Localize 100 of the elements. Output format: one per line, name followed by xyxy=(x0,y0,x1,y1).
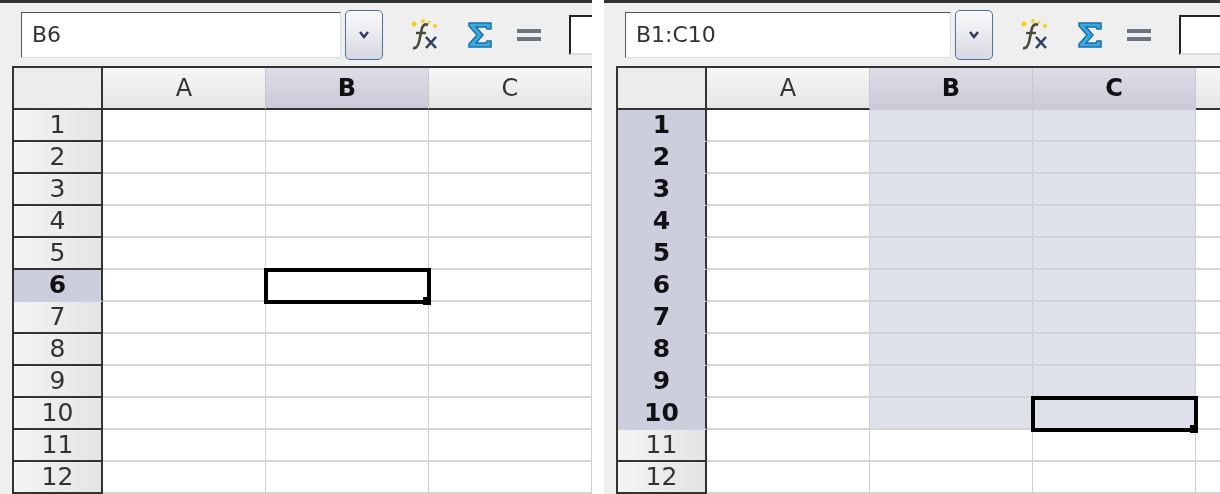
row-header[interactable]: 12 xyxy=(14,462,103,494)
table-cell[interactable] xyxy=(1033,142,1196,174)
equals-icon[interactable] xyxy=(517,27,541,42)
column-header[interactable]: C xyxy=(1033,68,1196,110)
table-cell[interactable] xyxy=(1033,366,1196,398)
table-cell[interactable] xyxy=(707,462,870,494)
table-cell[interactable] xyxy=(707,430,870,462)
row-header[interactable]: 2 xyxy=(618,142,707,174)
table-cell[interactable] xyxy=(103,302,266,334)
row-header[interactable]: 4 xyxy=(14,206,103,238)
fill-handle[interactable] xyxy=(423,297,431,305)
row-header[interactable]: 3 xyxy=(14,174,103,206)
table-cell[interactable] xyxy=(103,366,266,398)
table-cell[interactable] xyxy=(103,334,266,366)
table-cell[interactable] xyxy=(1033,270,1196,302)
table-cell[interactable] xyxy=(103,238,266,270)
row-header[interactable]: 7 xyxy=(14,302,103,334)
table-cell[interactable] xyxy=(1033,238,1196,270)
row-header[interactable]: 2 xyxy=(14,142,103,174)
table-cell[interactable] xyxy=(1033,462,1196,494)
table-cell[interactable] xyxy=(707,142,870,174)
row-header[interactable]: 12 xyxy=(618,462,707,494)
table-cell[interactable] xyxy=(429,398,592,430)
table-cell[interactable] xyxy=(1033,206,1196,238)
formula-input-field[interactable] xyxy=(1179,14,1220,55)
table-cell[interactable] xyxy=(266,206,429,238)
row-header[interactable]: 1 xyxy=(14,110,103,142)
table-cell[interactable] xyxy=(1033,430,1196,462)
table-cell[interactable] xyxy=(429,430,592,462)
table-cell[interactable] xyxy=(103,462,266,494)
table-cell[interactable] xyxy=(1033,174,1196,206)
table-cell[interactable] xyxy=(429,110,592,142)
column-header[interactable]: B xyxy=(870,68,1033,110)
row-header[interactable]: 3 xyxy=(618,174,707,206)
table-cell[interactable] xyxy=(870,174,1033,206)
table-cell[interactable] xyxy=(429,238,592,270)
name-box-field[interactable]: B6 xyxy=(21,11,341,58)
table-cell[interactable] xyxy=(266,142,429,174)
select-all-corner[interactable] xyxy=(14,68,103,110)
row-header[interactable]: 5 xyxy=(14,238,103,270)
row-header[interactable]: 9 xyxy=(14,366,103,398)
table-cell[interactable] xyxy=(266,430,429,462)
row-header[interactable]: 11 xyxy=(14,430,103,462)
table-cell[interactable] xyxy=(707,110,870,142)
row-header[interactable]: 5 xyxy=(618,238,707,270)
dropdown-button[interactable] xyxy=(345,9,383,60)
table-cell[interactable] xyxy=(870,270,1033,302)
dropdown-button[interactable] xyxy=(955,9,993,60)
sum-icon[interactable] xyxy=(465,19,495,50)
column-header[interactable]: A xyxy=(707,68,870,110)
name-box-field[interactable]: B1:C10 xyxy=(625,11,951,58)
sum-icon[interactable] xyxy=(1075,19,1105,50)
table-cell[interactable] xyxy=(707,302,870,334)
row-header[interactable]: 6 xyxy=(618,270,707,302)
table-cell[interactable] xyxy=(103,430,266,462)
table-cell[interactable] xyxy=(266,302,429,334)
row-header[interactable]: 6 xyxy=(14,270,103,302)
row-header[interactable]: 10 xyxy=(618,398,707,430)
table-cell[interactable] xyxy=(429,462,592,494)
row-header[interactable]: 9 xyxy=(618,366,707,398)
table-cell[interactable] xyxy=(266,174,429,206)
table-cell[interactable] xyxy=(103,174,266,206)
table-cell[interactable] xyxy=(266,398,429,430)
table-cell[interactable] xyxy=(103,110,266,142)
table-cell[interactable] xyxy=(429,174,592,206)
table-cell[interactable] xyxy=(707,174,870,206)
row-header[interactable]: 8 xyxy=(618,334,707,366)
table-cell[interactable] xyxy=(429,366,592,398)
table-cell[interactable] xyxy=(870,206,1033,238)
table-cell[interactable] xyxy=(429,142,592,174)
table-cell[interactable] xyxy=(870,462,1033,494)
table-cell[interactable] xyxy=(103,206,266,238)
table-cell[interactable] xyxy=(429,270,592,302)
table-cell[interactable] xyxy=(1033,398,1196,430)
table-cell[interactable] xyxy=(870,366,1033,398)
table-cell[interactable] xyxy=(870,334,1033,366)
row-header[interactable]: 8 xyxy=(14,334,103,366)
table-cell[interactable] xyxy=(1033,110,1196,142)
table-cell[interactable] xyxy=(1033,334,1196,366)
row-header[interactable]: 4 xyxy=(618,206,707,238)
equals-icon[interactable] xyxy=(1127,27,1151,42)
table-cell[interactable] xyxy=(429,302,592,334)
select-all-corner[interactable] xyxy=(618,68,707,110)
row-header[interactable]: 11 xyxy=(618,430,707,462)
table-cell[interactable] xyxy=(707,366,870,398)
table-cell[interactable] xyxy=(870,398,1033,430)
table-cell[interactable] xyxy=(266,270,429,302)
table-cell[interactable] xyxy=(870,430,1033,462)
table-cell[interactable] xyxy=(707,334,870,366)
table-cell[interactable] xyxy=(707,270,870,302)
table-cell[interactable] xyxy=(103,398,266,430)
table-cell[interactable] xyxy=(429,334,592,366)
table-cell[interactable] xyxy=(870,302,1033,334)
row-header[interactable]: 1 xyxy=(618,110,707,142)
table-cell[interactable] xyxy=(707,238,870,270)
fill-handle[interactable] xyxy=(1190,425,1198,433)
row-header[interactable]: 7 xyxy=(618,302,707,334)
table-cell[interactable] xyxy=(1033,302,1196,334)
table-cell[interactable] xyxy=(870,110,1033,142)
table-cell[interactable] xyxy=(707,206,870,238)
